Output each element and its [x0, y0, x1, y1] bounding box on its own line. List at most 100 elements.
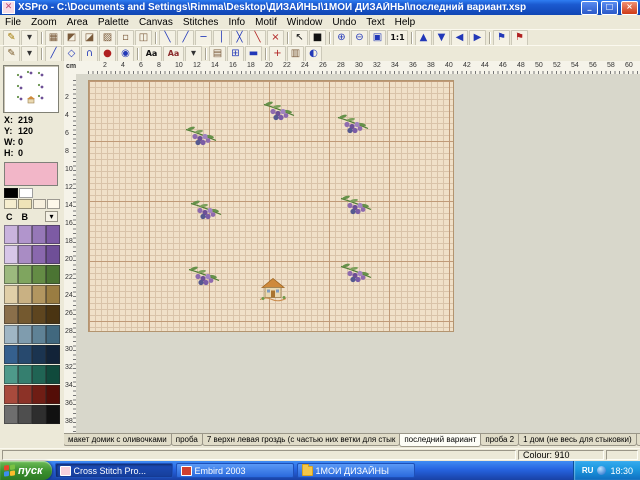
palette-swatch[interactable]: [46, 225, 60, 244]
palette-mode-c[interactable]: C: [6, 212, 13, 222]
text-color-tool[interactable]: Aa: [163, 46, 184, 62]
palette-swatch[interactable]: [4, 225, 18, 244]
palette-swatch[interactable]: [4, 365, 18, 384]
maximize-button[interactable]: □: [601, 1, 618, 15]
pencil-dropdown-icon[interactable]: ▾: [21, 30, 38, 46]
clock[interactable]: 18:30: [610, 466, 633, 476]
palette-swatch[interactable]: [32, 225, 46, 244]
palette-swatch[interactable]: [18, 325, 32, 344]
palette-swatch[interactable]: [32, 285, 46, 304]
petite-stitch-tool[interactable]: ▫: [117, 30, 134, 46]
fill-tool[interactable]: ■: [309, 30, 326, 46]
mini-stitch-tool[interactable]: ◫: [135, 30, 152, 46]
palette-swatch[interactable]: [32, 365, 46, 384]
menu-item-palette[interactable]: Palette: [93, 17, 134, 28]
palette-swatch[interactable]: [19, 188, 33, 198]
palette-swatch[interactable]: [18, 365, 32, 384]
palette-swatch[interactable]: [4, 385, 18, 404]
palette-swatch[interactable]: [46, 285, 60, 304]
line-tool[interactable]: ╱: [45, 46, 62, 62]
menu-item-info[interactable]: Info: [223, 17, 250, 28]
tab-document[interactable]: 7 верхн левая гроздь (с частью них ветки…: [202, 434, 401, 446]
longstitch-tool[interactable]: ╲: [249, 30, 266, 46]
three-quarter-stitch-tool[interactable]: ◩: [63, 30, 80, 46]
palette-swatch[interactable]: [18, 225, 32, 244]
select-tool[interactable]: ↖: [291, 30, 308, 46]
tab-document[interactable]: 2 правая них гр: [636, 434, 640, 446]
title-bar[interactable]: ✕ XSPro - C:\Documents and Settings\Rimm…: [0, 0, 640, 15]
taskbar-window-button[interactable]: Embird 2003: [176, 463, 294, 478]
motif-dropdown-icon[interactable]: ▾: [21, 46, 38, 62]
close-button[interactable]: ×: [621, 1, 638, 15]
zoom-out-tool[interactable]: ⊖: [351, 30, 368, 46]
backstitch-diagonal-up-tool[interactable]: ╱: [177, 30, 194, 46]
scroll-left-tool[interactable]: ◀: [451, 30, 468, 46]
palette-swatch[interactable]: [4, 188, 18, 198]
palette-swatch[interactable]: [32, 245, 46, 264]
palette-swatch[interactable]: [4, 199, 17, 209]
palette-swatch[interactable]: [32, 405, 46, 424]
zoom-actual-tool[interactable]: 1:1: [387, 30, 408, 46]
polygon-tool[interactable]: ◇: [63, 46, 80, 62]
pencil-tool[interactable]: ✎: [3, 30, 20, 46]
scroll-down-tool[interactable]: ▼: [433, 30, 450, 46]
start-button[interactable]: пуск: [0, 461, 52, 480]
palette-swatch[interactable]: [32, 305, 46, 324]
canvas-area[interactable]: [76, 74, 640, 434]
backstitch-diagonal-down-tool[interactable]: ╲: [159, 30, 176, 46]
bead-tool[interactable]: ◉: [117, 46, 134, 62]
palette-swatch[interactable]: [46, 345, 60, 364]
grid-toggle[interactable]: ⊞: [227, 46, 244, 62]
ruler-toggle[interactable]: ▬: [245, 46, 262, 62]
palette-swatch[interactable]: [46, 405, 60, 424]
palette-swatch[interactable]: [18, 385, 32, 404]
fabric-icon[interactable]: ▤: [209, 46, 226, 62]
text-dropdown-icon[interactable]: ▾: [185, 46, 202, 62]
flag-red-tool[interactable]: ⚑: [511, 30, 528, 46]
zoom-in-tool[interactable]: ⊕: [333, 30, 350, 46]
palette-swatch[interactable]: [33, 199, 46, 209]
palette-editor-icon[interactable]: ▥: [287, 46, 304, 62]
menu-item-zoom[interactable]: Zoom: [26, 17, 62, 28]
palette-swatch[interactable]: [46, 325, 60, 344]
tab-document[interactable]: макет домик с оливочками: [64, 434, 172, 446]
menu-item-motif[interactable]: Motif: [250, 17, 282, 28]
palette-swatch[interactable]: [46, 305, 60, 324]
tab-document[interactable]: проба 2: [480, 434, 519, 446]
palette-swatch[interactable]: [18, 199, 31, 209]
palette-swatch[interactable]: [4, 345, 18, 364]
half-stitch-tool[interactable]: ◪: [81, 30, 98, 46]
tab-document[interactable]: 1 дом (не весь для стыковки): [518, 434, 637, 446]
palette-swatch[interactable]: [32, 345, 46, 364]
menu-item-canvas[interactable]: Canvas: [134, 17, 178, 28]
palette-swatch[interactable]: [18, 285, 32, 304]
palette-swatch[interactable]: [32, 325, 46, 344]
palette-mode-b[interactable]: B: [22, 212, 29, 222]
color-picker-tool[interactable]: ◐: [305, 46, 322, 62]
palette-swatch[interactable]: [46, 265, 60, 284]
palette-swatch[interactable]: [47, 199, 60, 209]
palette-swatch[interactable]: [18, 265, 32, 284]
taskbar-window-button[interactable]: 1МОИ ДИЗАЙНЫ: [297, 463, 415, 478]
scroll-right-tool[interactable]: ▶: [469, 30, 486, 46]
palette-swatch[interactable]: [32, 385, 46, 404]
palette-swatch[interactable]: [4, 405, 18, 424]
backstitch-horizontal-tool[interactable]: ─: [195, 30, 212, 46]
menu-item-stitches[interactable]: Stitches: [178, 17, 224, 28]
curve-tool[interactable]: ∩: [81, 46, 98, 62]
palette-swatch[interactable]: [32, 265, 46, 284]
palette-swatch[interactable]: [46, 365, 60, 384]
language-indicator[interactable]: RU: [582, 466, 594, 475]
text-tool[interactable]: Aa: [141, 46, 162, 62]
backstitch-vertical-tool[interactable]: │: [213, 30, 230, 46]
palette-swatch[interactable]: [4, 245, 18, 264]
menu-item-help[interactable]: Help: [390, 17, 421, 28]
full-stitch-tool[interactable]: ▦: [45, 30, 62, 46]
french-knot-tool[interactable]: ●: [99, 46, 116, 62]
tab-active-document[interactable]: последний вариант: [399, 434, 481, 447]
palette-swatch[interactable]: [18, 345, 32, 364]
current-color-swatch[interactable]: [4, 162, 58, 186]
taskbar-window-button[interactable]: Cross Stitch Pro...: [55, 463, 173, 478]
zoom-fit-tool[interactable]: ▣: [369, 30, 386, 46]
palette-swatch[interactable]: [4, 325, 18, 344]
